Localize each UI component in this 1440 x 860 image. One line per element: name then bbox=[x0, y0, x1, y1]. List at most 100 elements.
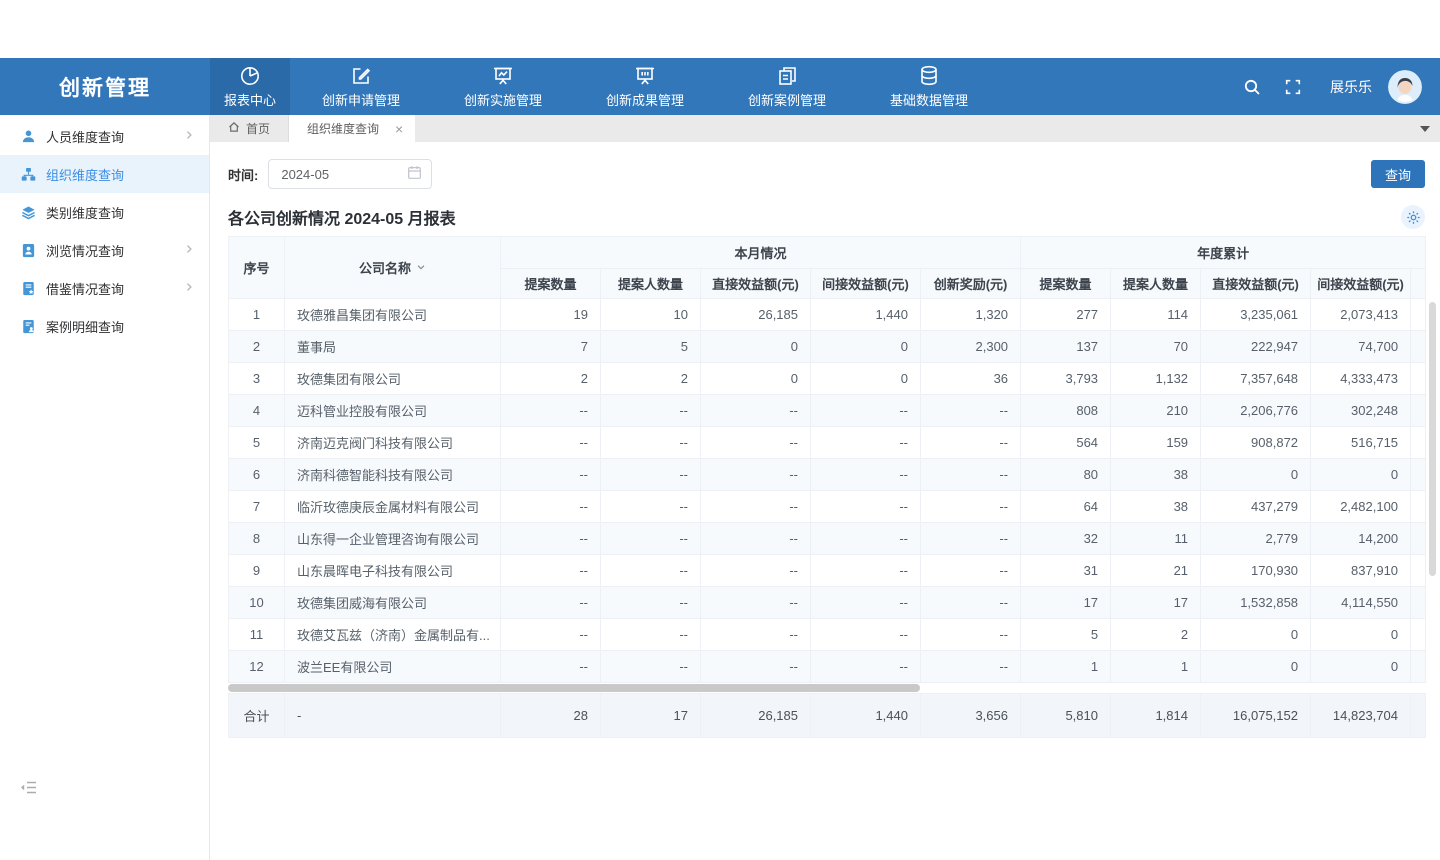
col-header: 创新奖励(元) bbox=[921, 269, 1021, 299]
fullscreen-icon[interactable] bbox=[1284, 78, 1302, 96]
value-cell: -- bbox=[701, 587, 811, 619]
value-cell: 38 bbox=[1111, 459, 1201, 491]
top-nav: 报表中心 创新申请管理 创新实施管理 创新成果管理 bbox=[210, 58, 1000, 115]
value-cell: 302,248 bbox=[1311, 395, 1411, 427]
col-header-company[interactable]: 公司名称 bbox=[285, 237, 501, 299]
summary-value-cell: - bbox=[285, 694, 501, 738]
nav-item-innovation-implement[interactable]: 创新实施管理 bbox=[432, 58, 574, 115]
sidebar-item-person-dimension[interactable]: 人员维度查询 bbox=[0, 117, 209, 155]
tab-label: 首页 bbox=[246, 120, 270, 137]
value-cell: 0 bbox=[1201, 459, 1311, 491]
sidebar-item-reference-status[interactable]: 借鉴情况查询 bbox=[0, 269, 209, 307]
nav-item-report-center[interactable]: 报表中心 bbox=[210, 58, 290, 115]
value-cell: -- bbox=[601, 491, 701, 523]
presentation-board-icon bbox=[633, 64, 657, 88]
report-table: 序号 公司名称 本月情况 bbox=[228, 236, 1426, 683]
nav-item-innovation-apply[interactable]: 创新申请管理 bbox=[290, 58, 432, 115]
value-cell: -- bbox=[701, 395, 811, 427]
value-cell: 8 bbox=[229, 523, 285, 555]
tab-bar: 首页 组织维度查询 × bbox=[210, 115, 1440, 142]
nav-label: 创新实施管理 bbox=[464, 90, 542, 109]
value-cell: 10 bbox=[601, 299, 701, 331]
tab-org-dimension[interactable]: 组织维度查询 × bbox=[289, 115, 415, 142]
value-cell: 4,114,550 bbox=[1311, 587, 1411, 619]
gear-icon[interactable] bbox=[1401, 205, 1425, 229]
horizontal-scrollbar-thumb[interactable] bbox=[228, 684, 920, 692]
close-icon[interactable]: × bbox=[395, 122, 403, 136]
value-cell: -- bbox=[921, 555, 1021, 587]
value-cell: 1,320 bbox=[921, 299, 1021, 331]
sidebar-item-org-dimension[interactable]: 组织维度查询 bbox=[0, 155, 209, 193]
nav-item-base-data[interactable]: 基础数据管理 bbox=[858, 58, 1000, 115]
sidebar-item-case-detail[interactable]: 案例明细查询 bbox=[0, 307, 209, 345]
value-cell: -- bbox=[921, 491, 1021, 523]
value-cell: -- bbox=[701, 523, 811, 555]
chevron-right-icon bbox=[183, 129, 195, 144]
company-name-cell: 临沂玫德庚辰金属材料有限公司 bbox=[285, 491, 501, 523]
tabbar-dropdown-caret-icon[interactable] bbox=[1420, 126, 1430, 132]
value-cell: 64 bbox=[1021, 491, 1111, 523]
value-cell: 1,440 bbox=[811, 299, 921, 331]
user-avatar[interactable] bbox=[1388, 70, 1422, 104]
value-cell: 3,793 bbox=[1021, 363, 1111, 395]
value-cell: -- bbox=[601, 587, 701, 619]
summary-value-cell: 17 bbox=[601, 694, 701, 738]
value-cell: 277 bbox=[1021, 299, 1111, 331]
spacer-cell bbox=[1411, 651, 1426, 683]
chevron-down-icon bbox=[416, 260, 426, 275]
nav-label: 创新成果管理 bbox=[606, 90, 684, 109]
value-cell: 3 bbox=[229, 363, 285, 395]
sidebar-item-label: 案例明细查询 bbox=[46, 317, 195, 336]
filter-row: 时间: 2024-05 查询 bbox=[228, 159, 1425, 189]
value-cell: -- bbox=[811, 491, 921, 523]
col-header: 直接效益额(元) bbox=[1201, 269, 1311, 299]
value-cell: -- bbox=[921, 587, 1021, 619]
sidebar-item-browse-status[interactable]: 浏览情况查询 bbox=[0, 231, 209, 269]
spacer-cell bbox=[1411, 523, 1426, 555]
nav-label: 创新申请管理 bbox=[322, 90, 400, 109]
vertical-scrollbar-thumb[interactable] bbox=[1429, 302, 1436, 576]
value-cell: 170,930 bbox=[1201, 555, 1311, 587]
value-cell: 2 bbox=[1111, 619, 1201, 651]
value-cell: -- bbox=[921, 619, 1021, 651]
value-cell: 2 bbox=[601, 363, 701, 395]
collapse-sidebar-icon[interactable] bbox=[20, 780, 37, 800]
month-picker-input[interactable]: 2024-05 bbox=[268, 159, 432, 189]
value-cell: 564 bbox=[1021, 427, 1111, 459]
value-cell: -- bbox=[501, 651, 601, 683]
value-cell: 2 bbox=[229, 331, 285, 363]
table-row: 4迈科管业控股有限公司----------8082102,206,776302,… bbox=[229, 395, 1426, 427]
title-row: 各公司创新情况 2024-05 月报表 bbox=[228, 206, 1425, 228]
value-cell: 0 bbox=[811, 331, 921, 363]
tab-home[interactable]: 首页 bbox=[210, 115, 289, 142]
sidebar-item-category-dimension[interactable]: 类别维度查询 bbox=[0, 193, 209, 231]
query-button[interactable]: 查询 bbox=[1371, 160, 1425, 188]
app-header: 创新管理 报表中心 创新申请管理 创新实施管理 bbox=[0, 58, 1440, 115]
value-cell: 0 bbox=[1201, 651, 1311, 683]
company-name-cell: 山东晨晖电子科技有限公司 bbox=[285, 555, 501, 587]
value-cell: -- bbox=[811, 587, 921, 619]
nav-item-innovation-achievement[interactable]: 创新成果管理 bbox=[574, 58, 716, 115]
value-cell: 210 bbox=[1111, 395, 1201, 427]
value-cell: 21 bbox=[1111, 555, 1201, 587]
value-cell: 5 bbox=[1021, 619, 1111, 651]
value-cell: -- bbox=[921, 459, 1021, 491]
pie-chart-icon bbox=[238, 64, 262, 88]
value-cell: 10 bbox=[229, 587, 285, 619]
value-cell: -- bbox=[921, 523, 1021, 555]
value-cell: 2,300 bbox=[921, 331, 1021, 363]
spacer-cell bbox=[1411, 363, 1426, 395]
nav-item-innovation-case[interactable]: 创新案例管理 bbox=[716, 58, 858, 115]
company-name-cell: 玫德集团有限公司 bbox=[285, 363, 501, 395]
calendar-icon bbox=[407, 165, 422, 183]
badge-person-icon bbox=[20, 243, 36, 258]
company-name-cell: 济南迈克阀门科技有限公司 bbox=[285, 427, 501, 459]
value-cell: -- bbox=[501, 619, 601, 651]
person-icon bbox=[20, 129, 36, 144]
spacer-cell bbox=[1411, 587, 1426, 619]
chevron-right-icon bbox=[183, 243, 195, 258]
search-icon[interactable] bbox=[1242, 77, 1262, 97]
main-area: 首页 组织维度查询 × 时间: 2024-05 bbox=[210, 115, 1440, 860]
value-cell: -- bbox=[811, 555, 921, 587]
value-cell: -- bbox=[601, 651, 701, 683]
